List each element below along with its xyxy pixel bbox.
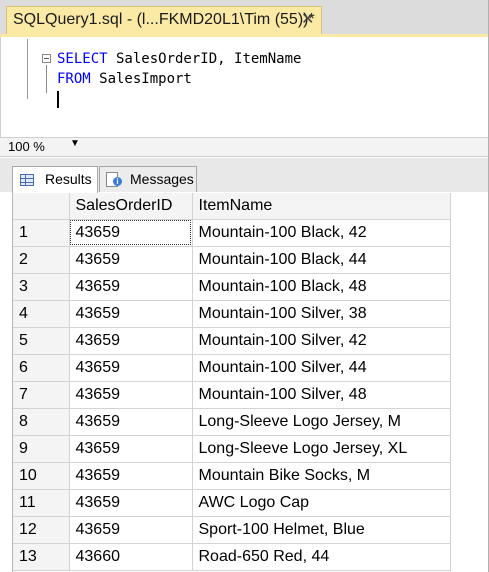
table-row[interactable]: 13 43660 Road-650 Red, 44 [13,543,451,571]
row-number[interactable]: 3 [13,273,70,301]
row-number[interactable]: 8 [13,408,70,436]
row-number[interactable]: 13 [13,543,70,571]
table-row[interactable]: 1 43659 Mountain-100 Black, 42 [13,219,451,247]
table-row[interactable]: 6 43659 Mountain-100 Silver, 44 [13,354,451,382]
cell-itemname[interactable]: Mountain-100 Black, 48 [192,273,451,301]
sql-keyword: SELECT [57,51,108,67]
row-number[interactable]: 7 [13,381,70,409]
tab-results-label: Results [45,171,92,187]
zoom-bar: 100 % ▼ [0,137,489,157]
document-tab-title: SQLQuery1.sql - (l...FKMD20L1\Tim (55))* [13,11,315,28]
editor-gutter-line [27,39,28,99]
column-header-itemname[interactable]: ItemName [192,193,451,220]
cell-itemname[interactable]: Mountain Bike Socks, M [192,462,451,490]
tab-messages-label: Messages [130,171,194,187]
table-row[interactable]: 7 43659 Mountain-100 Silver, 48 [13,381,451,409]
row-number[interactable]: 2 [13,246,70,274]
sql-keyword: FROM [57,71,91,87]
cell-itemname[interactable]: Mountain-100 Black, 42 [192,219,451,247]
row-number[interactable]: 6 [13,354,70,382]
results-grid-icon [20,174,34,186]
cell-salesorderid[interactable]: 43659 [69,516,193,544]
collapse-icon[interactable] [42,54,51,63]
fold-line [46,65,47,93]
cell-salesorderid[interactable]: 43659 [69,327,193,355]
table-row[interactable]: 2 43659 Mountain-100 Black, 44 [13,246,451,274]
cell-itemname[interactable]: AWC Logo Cap [192,489,451,517]
cell-salesorderid[interactable]: 43659 [69,489,193,517]
corner-cell[interactable] [13,193,70,220]
close-icon[interactable]: ✕ [301,9,314,28]
text-caret [57,91,59,108]
sql-text: SalesOrderID, ItemName [107,51,302,67]
row-number[interactable]: 12 [13,516,70,544]
results-grid[interactable]: SalesOrderID ItemName 1 43659 Mountain-100… [12,193,489,572]
tab-results[interactable]: Results [12,166,98,193]
cell-itemname[interactable]: Mountain-100 Silver, 38 [192,300,451,328]
table-row[interactable]: 3 43659 Mountain-100 Black, 48 [13,273,451,301]
row-number[interactable]: 9 [13,435,70,463]
cell-salesorderid[interactable]: 43660 [69,543,193,571]
cell-itemname[interactable]: Long-Sleeve Logo Jersey, XL [192,435,451,463]
cell-salesorderid[interactable]: 43659 [69,273,193,301]
column-header-salesorderid[interactable]: SalesOrderID [69,193,193,220]
table-row[interactable]: 12 43659 Sport-100 Helmet, Blue [13,516,451,544]
zoom-value: 100 % [8,139,45,154]
cell-salesorderid[interactable]: 43659 [69,219,193,247]
sql-text: SalesImport [90,71,192,87]
cell-salesorderid[interactable]: 43659 [69,408,193,436]
cell-itemname[interactable]: Long-Sleeve Logo Jersey, M [192,408,451,436]
document-tab-strip: SQLQuery1.sql - (l...FKMD20L1\Tim (55))*… [0,0,489,37]
table-row[interactable]: 9 43659 Long-Sleeve Logo Jersey, XL [13,435,451,463]
cell-itemname[interactable]: Mountain-100 Silver, 44 [192,354,451,382]
cell-salesorderid[interactable]: 43659 [69,246,193,274]
header-row: SalesOrderID ItemName [13,193,451,220]
table-row[interactable]: 8 43659 Long-Sleeve Logo Jersey, M [13,408,451,436]
cell-salesorderid[interactable]: 43659 [69,435,193,463]
table-row[interactable]: 10 43659 Mountain Bike Socks, M [13,462,451,490]
code-line-2: FROM SalesImport [57,71,192,87]
tab-messages[interactable]: Messages [99,166,197,192]
code-line-1: SELECT SalesOrderID, ItemName [57,51,301,67]
table-row[interactable]: 4 43659 Mountain-100 Silver, 38 [13,300,451,328]
cell-salesorderid[interactable]: 43659 [69,462,193,490]
messages-icon [106,172,122,187]
cell-itemname[interactable]: Mountain-100 Black, 44 [192,246,451,274]
cell-salesorderid[interactable]: 43659 [69,381,193,409]
row-number[interactable]: 5 [13,327,70,355]
cell-salesorderid[interactable]: 43659 [69,300,193,328]
row-number[interactable]: 10 [13,462,70,490]
cell-itemname[interactable]: Mountain-100 Silver, 48 [192,381,451,409]
zoom-dropdown[interactable]: 100 % ▼ [8,138,84,155]
cell-salesorderid[interactable]: 43659 [69,354,193,382]
query-editor[interactable]: SELECT SalesOrderID, ItemName FROM Sales… [0,37,489,137]
result-tabs: Results Messages [0,158,489,193]
cell-itemname[interactable]: Mountain-100 Silver, 42 [192,327,451,355]
row-number[interactable]: 1 [13,219,70,247]
row-number[interactable]: 11 [13,489,70,517]
cell-itemname[interactable]: Sport-100 Helmet, Blue [192,516,451,544]
table-row[interactable]: 11 43659 AWC Logo Cap [13,489,451,517]
table-row[interactable]: 5 43659 Mountain-100 Silver, 42 [13,327,451,355]
chevron-down-icon: ▼ [70,138,80,149]
cell-itemname[interactable]: Road-650 Red, 44 [192,543,451,571]
results-table: SalesOrderID ItemName 1 43659 Mountain-100… [13,193,451,571]
query-document-tab[interactable]: SQLQuery1.sql - (l...FKMD20L1\Tim (55))*… [6,6,322,34]
row-number[interactable]: 4 [13,300,70,328]
